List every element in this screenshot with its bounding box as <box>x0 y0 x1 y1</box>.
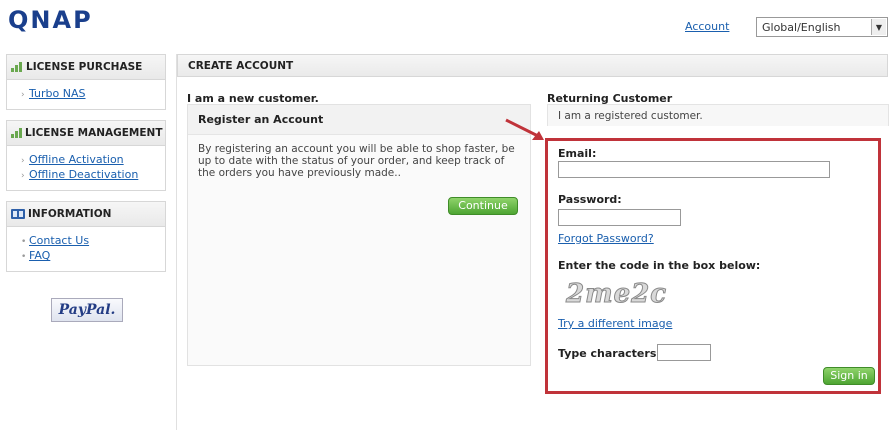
captcha-prompt: Enter the code in the box below: <box>558 259 761 272</box>
sidebar-item-offline-activation[interactable]: › Offline Activation <box>21 153 155 168</box>
bullet-icon: › <box>21 156 25 166</box>
information-panel: INFORMATION • Contact Us • FAQ <box>6 201 166 272</box>
book-icon <box>11 209 25 219</box>
paypal-logo[interactable]: PayPal. <box>51 298 123 322</box>
login-form: Email: Password: Forgot Password? Enter … <box>545 138 881 394</box>
chevron-down-icon[interactable]: ▼ <box>871 19 886 35</box>
type-characters-label: Type characters: <box>558 347 661 360</box>
captcha-input[interactable] <box>657 344 711 361</box>
bullet-icon: › <box>21 90 25 100</box>
bar-chart-icon <box>11 62 23 72</box>
sidebar: LICENSE PURCHASE › Turbo NAS LICENSE MANA… <box>6 54 166 282</box>
information-title: INFORMATION <box>28 208 112 220</box>
sidebar-item-label: Turbo NAS <box>29 87 86 100</box>
bullet-icon: • <box>21 252 27 262</box>
sidebar-item-label: FAQ <box>29 249 51 262</box>
sidebar-item-label: Offline Activation <box>29 153 124 166</box>
sidebar-item-faq[interactable]: • FAQ <box>21 249 155 264</box>
bar-chart-icon <box>11 128 22 138</box>
language-select-value: Global/English <box>762 21 841 34</box>
information-header: INFORMATION <box>7 202 165 227</box>
returning-subtitle: I am a registered customer. <box>547 104 889 126</box>
bullet-icon: › <box>21 171 25 181</box>
sidebar-item-label: Contact Us <box>29 234 90 247</box>
forgot-password-link[interactable]: Forgot Password? <box>558 232 654 245</box>
continue-button[interactable]: Continue <box>448 197 518 215</box>
sign-in-button[interactable]: Sign in <box>823 367 875 385</box>
email-field[interactable] <box>558 161 830 178</box>
main-content: CREATE ACCOUNT I am a new customer. Regi… <box>176 54 889 430</box>
password-label: Password: <box>558 193 622 206</box>
password-field[interactable] <box>558 209 681 226</box>
sidebar-item-contact-us[interactable]: • Contact Us <box>21 234 155 249</box>
sidebar-item-turbo-nas[interactable]: › Turbo NAS <box>21 87 155 102</box>
try-different-image-link[interactable]: Try a different image <box>558 317 672 330</box>
license-purchase-title: LICENSE PURCHASE <box>26 61 143 73</box>
license-management-panel: LICENSE MANAGEMENT › Offline Activation ›… <box>6 120 166 191</box>
license-management-title: LICENSE MANAGEMENT <box>25 127 163 139</box>
account-link[interactable]: Account <box>685 20 729 33</box>
license-management-header: LICENSE MANAGEMENT <box>7 121 165 146</box>
captcha-image: 2me2c <box>565 279 668 310</box>
license-purchase-header: LICENSE PURCHASE <box>7 55 165 80</box>
email-label: Email: <box>558 147 597 160</box>
red-arrow-icon <box>505 118 544 140</box>
language-select[interactable]: Global/English ▼ <box>756 17 888 37</box>
bullet-icon: • <box>21 237 27 247</box>
register-title: Register an Account <box>188 105 530 135</box>
register-panel: Register an Account By registering an ac… <box>187 104 531 366</box>
register-description: By registering an account you will be ab… <box>198 143 515 179</box>
sidebar-item-offline-deactivation[interactable]: › Offline Deactivation <box>21 168 155 183</box>
license-purchase-panel: LICENSE PURCHASE › Turbo NAS <box>6 54 166 110</box>
sidebar-item-label: Offline Deactivation <box>29 168 139 181</box>
page-title: CREATE ACCOUNT <box>177 54 888 77</box>
qnap-logo[interactable]: QNAP <box>8 6 93 34</box>
